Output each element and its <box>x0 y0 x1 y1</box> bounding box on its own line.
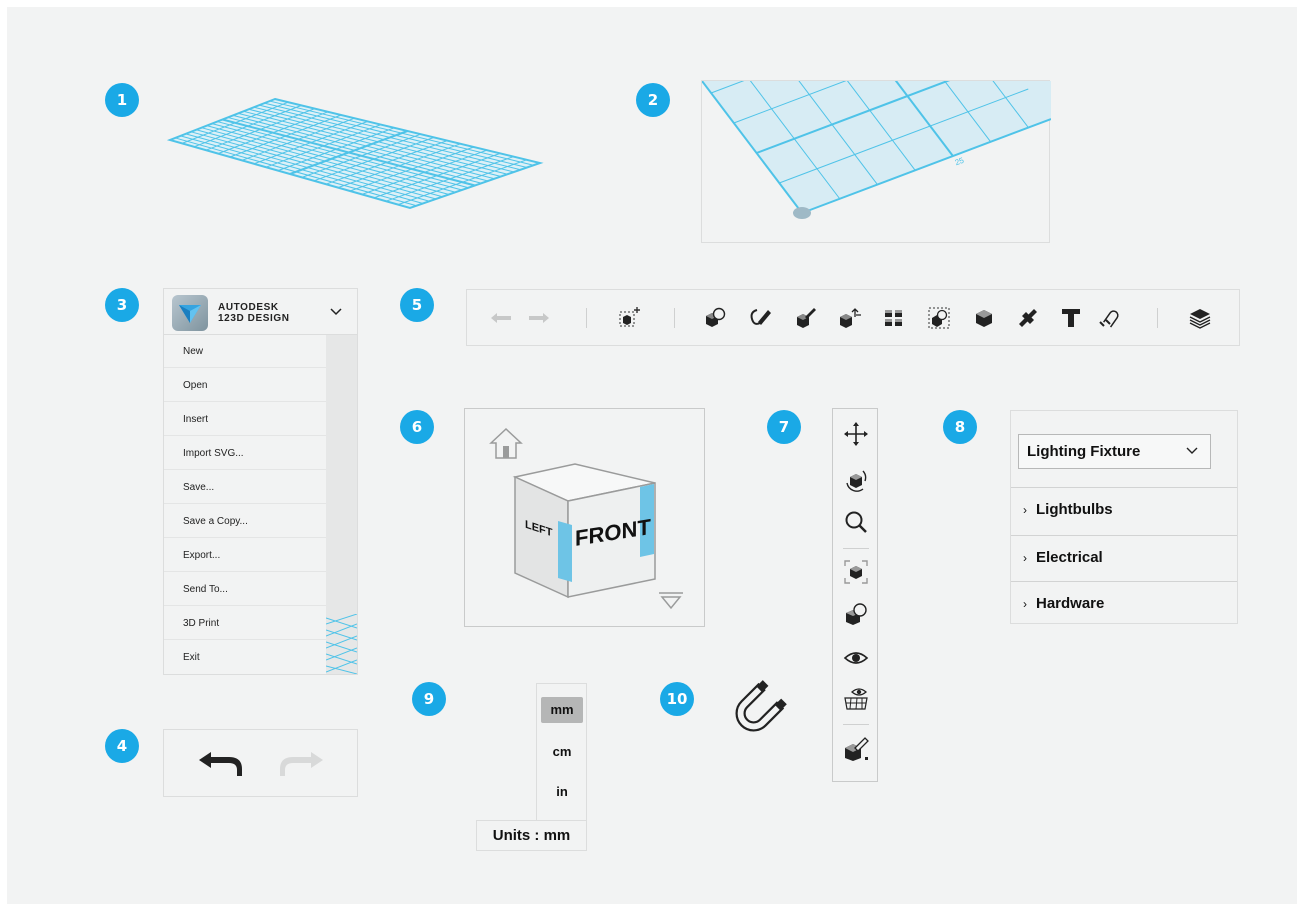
nav-separator <box>843 548 869 549</box>
transform-icon[interactable] <box>618 306 642 330</box>
category-lightbulbs[interactable]: › Lightbulbs <box>1011 487 1237 532</box>
callout-badge-8: 8 <box>943 410 977 444</box>
sketch-icon[interactable] <box>748 306 772 330</box>
unit-option-mm[interactable]: mm <box>541 697 583 723</box>
origin-marker <box>793 207 811 219</box>
category-electrical[interactable]: › Electrical <box>1011 535 1237 580</box>
category-hardware[interactable]: › Hardware <box>1011 581 1237 626</box>
main-menu: AUTODESK 123D DESIGN New Open Insert Imp… <box>163 288 358 675</box>
solid-edit-icon[interactable] <box>843 735 869 761</box>
parts-library-panel: Lighting Fixture › Lightbulbs › Electrical… <box>1010 410 1238 624</box>
units-button[interactable]: Units : mm <box>476 820 587 851</box>
app-menu-header[interactable]: AUTODESK 123D DESIGN <box>164 289 357 335</box>
home-icon[interactable] <box>487 427 525 461</box>
unit-option-in[interactable]: in <box>541 779 583 805</box>
materials-icon[interactable] <box>1188 306 1212 330</box>
view-menu-triangle-icon[interactable] <box>657 591 685 611</box>
units-dropdown: mm cm in <box>536 683 587 821</box>
unit-option-cm[interactable]: cm <box>541 739 583 765</box>
primitives-icon[interactable] <box>703 306 727 330</box>
materials-view-icon[interactable] <box>843 601 869 627</box>
redo-arrow-icon[interactable] <box>277 750 325 776</box>
chevron-down-icon[interactable] <box>330 308 342 316</box>
chevron-right-icon: › <box>1023 597 1027 611</box>
callout-badge-10: 10 <box>660 682 694 716</box>
app-title: AUTODESK 123D DESIGN <box>218 302 290 324</box>
category-select[interactable]: Lighting Fixture <box>1018 434 1211 469</box>
grid-closeup-panel: 25 <box>701 80 1051 243</box>
visibility-icon[interactable] <box>843 645 869 671</box>
callout-badge-5: 5 <box>400 288 434 322</box>
chevron-down-icon <box>1186 447 1198 454</box>
toolbar-separator <box>674 308 675 328</box>
callout-badge-6: 6 <box>400 410 434 444</box>
view-cube-panel: LEFT FRONT <box>464 408 705 627</box>
main-toolbar <box>466 289 1240 346</box>
grid-closeup <box>702 81 1051 219</box>
undo-arrow-icon[interactable] <box>197 750 245 776</box>
menu-item-export[interactable]: Export... <box>164 539 326 572</box>
menu-item-save-a-copy[interactable]: Save a Copy... <box>164 505 326 538</box>
autodesk-logo-icon <box>179 305 201 323</box>
snap-icon[interactable] <box>1098 306 1122 330</box>
menu-item-import-svg[interactable]: Import SVG... <box>164 437 326 470</box>
toolbar-separator <box>586 308 587 328</box>
magnet-icon[interactable] <box>720 680 790 744</box>
app-logo <box>172 295 208 331</box>
measure-icon[interactable] <box>1016 306 1040 330</box>
menu-item-send-to[interactable]: Send To... <box>164 573 326 606</box>
chevron-right-icon: › <box>1023 551 1027 565</box>
menu-scrollbar[interactable] <box>326 335 357 674</box>
callout-badge-1: 1 <box>105 83 139 117</box>
grid-thumbnail-icon <box>326 614 357 674</box>
callout-badge-9: 9 <box>412 682 446 716</box>
nav-separator <box>843 724 869 725</box>
menu-item-3d-print[interactable]: 3D Print <box>164 607 326 640</box>
menu-item-exit[interactable]: Exit <box>164 641 326 674</box>
redo-icon[interactable] <box>527 306 551 330</box>
callout-badge-4: 4 <box>105 729 139 763</box>
callout-badge-3: 3 <box>105 288 139 322</box>
menu-item-open[interactable]: Open <box>164 369 326 402</box>
menu-item-new[interactable]: New <box>164 335 326 368</box>
chevron-right-icon: › <box>1023 503 1027 517</box>
construct-icon[interactable] <box>794 306 818 330</box>
grid-visibility-icon[interactable] <box>843 685 869 711</box>
fit-icon[interactable] <box>843 559 869 585</box>
combine-icon[interactable] <box>972 306 996 330</box>
callout-badge-7: 7 <box>767 410 801 444</box>
undo-redo-panel <box>163 729 358 797</box>
callout-badge-2: 2 <box>636 83 670 117</box>
orbit-icon[interactable] <box>843 467 869 493</box>
menu-item-save[interactable]: Save... <box>164 471 326 504</box>
toolbar-separator <box>1157 308 1158 328</box>
zoom-icon[interactable] <box>843 509 869 535</box>
grouping-icon[interactable] <box>927 306 951 330</box>
modify-icon[interactable] <box>838 306 862 330</box>
navigation-bar <box>832 408 878 782</box>
text-icon[interactable] <box>1059 306 1083 330</box>
menu-item-insert[interactable]: Insert <box>164 403 326 436</box>
undo-icon[interactable] <box>489 306 513 330</box>
pan-icon[interactable] <box>843 421 869 447</box>
grid-plane <box>166 97 544 210</box>
pattern-icon[interactable] <box>882 306 906 330</box>
